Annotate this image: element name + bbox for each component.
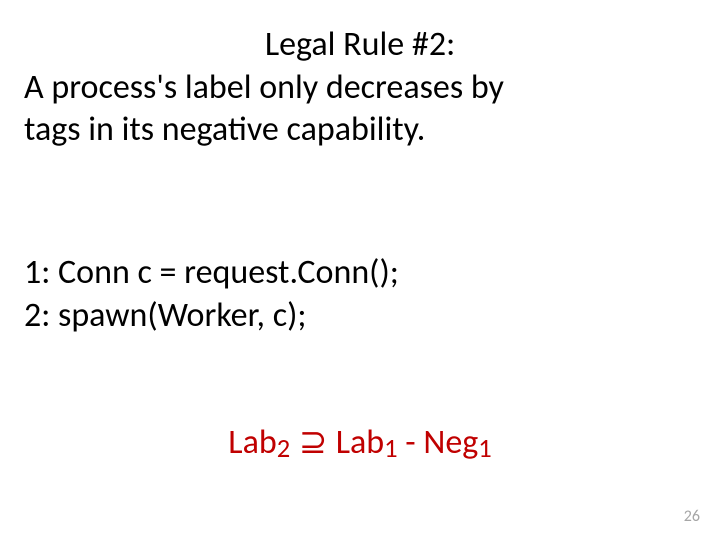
rule-body-line2: tags in its negative capability. [24,109,696,152]
rule-block: Legal Rule #2: A process's label only de… [24,24,696,152]
code-line-2: 2: spawn(Worker, c); [24,295,696,338]
lab-b-sub: 1 [384,433,397,465]
lab-a-sub: 2 [277,433,290,465]
page-number: 26 [684,507,700,526]
code-block: 1: Conn c = request.Conn(); 2: spawn(Wor… [24,252,696,337]
minus-symbol: - [398,422,424,463]
rule-body-line1: A process's label only decreases by [24,67,696,110]
code-line-1: 1: Conn c = request.Conn(); [24,252,696,295]
superset-symbol: ⊇ [290,424,336,461]
rule-title: Legal Rule #2: [24,24,696,67]
lab-b-name: Lab [336,422,384,463]
lab-a-name: Lab [228,422,276,463]
slide: Legal Rule #2: A process's label only de… [0,0,720,540]
neg-name: Neg [423,422,478,463]
formula: Lab2 ⊇ Lab1 - Neg1 [0,422,720,466]
neg-sub: 1 [478,433,491,465]
